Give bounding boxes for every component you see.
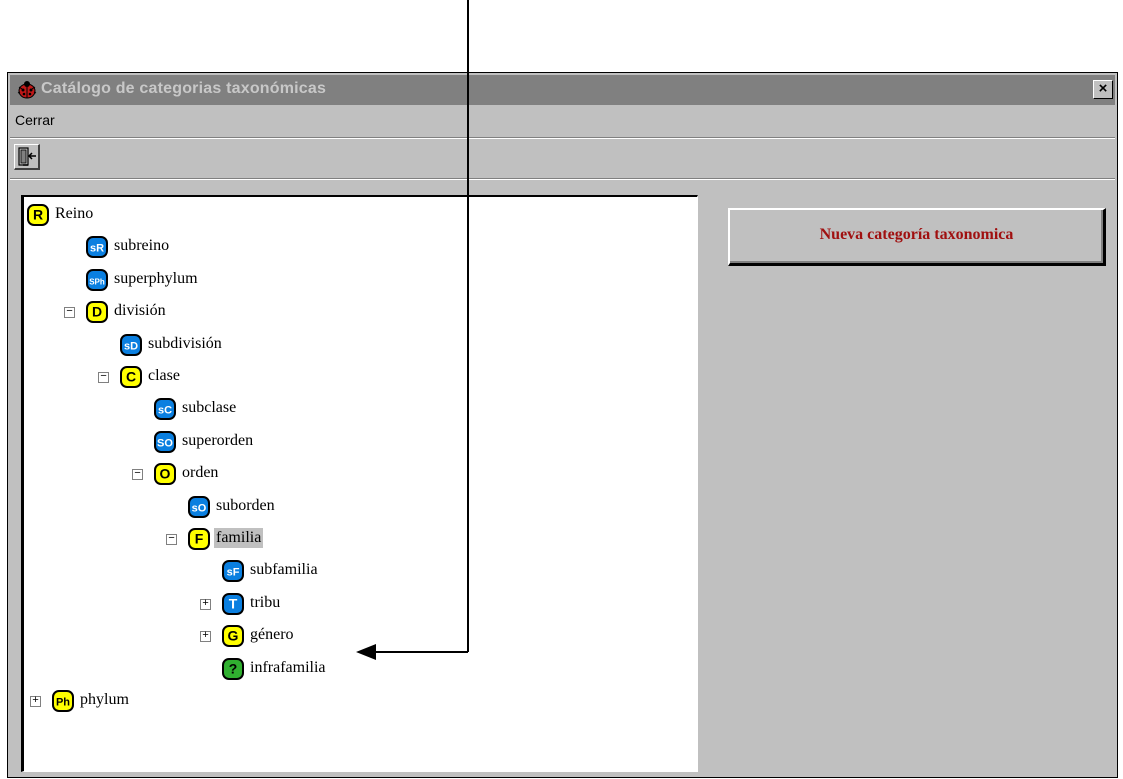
svg-text:G: G [228, 628, 239, 644]
svg-text:Ph: Ph [56, 697, 70, 709]
tree-node[interactable]: sC subclase [24, 397, 697, 421]
taxon-badge-icon: sD [120, 333, 142, 356]
taxon-badge-icon: C [120, 366, 142, 388]
taxon-badge-icon: sO [188, 495, 210, 518]
svg-text:?: ? [229, 660, 238, 676]
tree-node-label: familia [214, 528, 264, 548]
tree-node-label: subfamilia [250, 561, 318, 579]
svg-text:sR: sR [90, 243, 104, 255]
svg-text:D: D [92, 304, 102, 320]
svg-text:sO: sO [192, 502, 207, 514]
svg-text:sF: sF [227, 567, 240, 579]
taxon-badge-icon: D [86, 301, 108, 324]
taxonomy-tree[interactable]: R Reino sR subreino SPh superphylum − Ddivisión… [21, 195, 698, 772]
toolbar [10, 139, 1115, 177]
tree-node-label: subdivisión [148, 334, 222, 352]
tree-node-label: superorden [182, 431, 254, 449]
close-button[interactable]: × [1093, 80, 1113, 99]
tree-node-label: género [250, 626, 294, 644]
tree-node-label: superphylum [114, 269, 198, 287]
tree-node[interactable]: − Ddivisión [24, 300, 697, 324]
svg-text:T: T [229, 595, 238, 611]
taxon-badge-icon: SPh [86, 268, 108, 291]
exit-door-icon [18, 147, 36, 166]
tree-node[interactable]: + Ttribu [24, 592, 697, 616]
collapse-toggle[interactable]: − [64, 307, 75, 319]
taxon-badge-icon: O [154, 463, 176, 486]
svg-text:F: F [195, 531, 204, 547]
expand-toggle[interactable]: + [200, 631, 211, 643]
svg-text:SO: SO [157, 437, 173, 449]
ladybug-icon [17, 81, 37, 99]
tree-node-label: phylum [80, 691, 129, 708]
tree-node[interactable]: + Ggénero [24, 624, 697, 648]
title-bar: Catálogo de categorias taxonómicas × [10, 75, 1115, 105]
taxon-badge-icon: ? [222, 657, 244, 680]
tree-node-label: infrafamilia [250, 658, 326, 676]
tree-node[interactable]: sR subreino [24, 235, 697, 259]
tree-node[interactable]: R Reino [24, 203, 697, 227]
tree-node-label: división [114, 302, 166, 320]
svg-text:R: R [33, 207, 43, 223]
catalog-window: Catálogo de categorias taxonómicas × Cer… [7, 72, 1118, 778]
close-icon: × [1098, 80, 1108, 97]
taxon-badge-icon: sR [86, 236, 108, 259]
taxon-badge-icon: SO [154, 430, 176, 453]
svg-text:sD: sD [124, 340, 138, 352]
tree-node[interactable]: ? infrafamilia [24, 657, 697, 681]
new-category-button[interactable]: Nueva categoría taxonomica [728, 208, 1106, 266]
taxon-badge-icon: T [222, 592, 244, 615]
collapse-toggle[interactable]: − [166, 534, 177, 545]
tree-node[interactable]: sO suborden [24, 495, 697, 519]
collapse-toggle[interactable]: − [98, 372, 109, 383]
tree-node[interactable]: − Ffamilia [24, 527, 697, 551]
window-title: Catálogo de categorias taxonómicas [41, 80, 327, 97]
tree-node[interactable]: SPh superphylum [24, 268, 697, 292]
tree-node[interactable]: sF subfamilia [24, 559, 697, 583]
menu-bar: Cerrar [10, 107, 1115, 135]
exit-button[interactable] [14, 144, 40, 170]
taxon-badge-icon: Ph [52, 690, 74, 712]
taxon-badge-icon: F [188, 528, 210, 550]
svg-text:sC: sC [158, 405, 172, 417]
expand-toggle[interactable]: + [30, 696, 41, 707]
tree-node[interactable]: − Cclase [24, 365, 697, 389]
taxon-badge-icon: R [27, 204, 49, 226]
taxon-badge-icon: G [222, 625, 244, 648]
expand-toggle[interactable]: + [200, 598, 211, 610]
tree-node[interactable]: + Ph phylum [24, 689, 697, 713]
menu-item-cerrar[interactable]: Cerrar [15, 112, 55, 128]
tree-node-label: orden [182, 464, 219, 482]
divider [10, 178, 1115, 180]
svg-text:C: C [126, 369, 136, 385]
tree-node-label: subreino [114, 237, 170, 255]
tree-node[interactable]: sD subdivisión [24, 333, 697, 357]
taxon-badge-icon: sC [154, 398, 176, 421]
tree-node[interactable]: SO superorden [24, 430, 697, 454]
collapse-toggle[interactable]: − [132, 469, 143, 481]
tree-node-label: Reino [55, 205, 94, 222]
tree-node-label: clase [148, 367, 180, 384]
tree-node-label: suborden [216, 496, 275, 514]
svg-text:SPh: SPh [89, 277, 105, 286]
taxon-badge-icon: sF [222, 560, 244, 583]
svg-text:O: O [160, 466, 171, 482]
tree-node-label: tribu [250, 593, 281, 611]
tree-node-label: subclase [182, 399, 237, 417]
tree-node[interactable]: − Oorden [24, 462, 697, 486]
